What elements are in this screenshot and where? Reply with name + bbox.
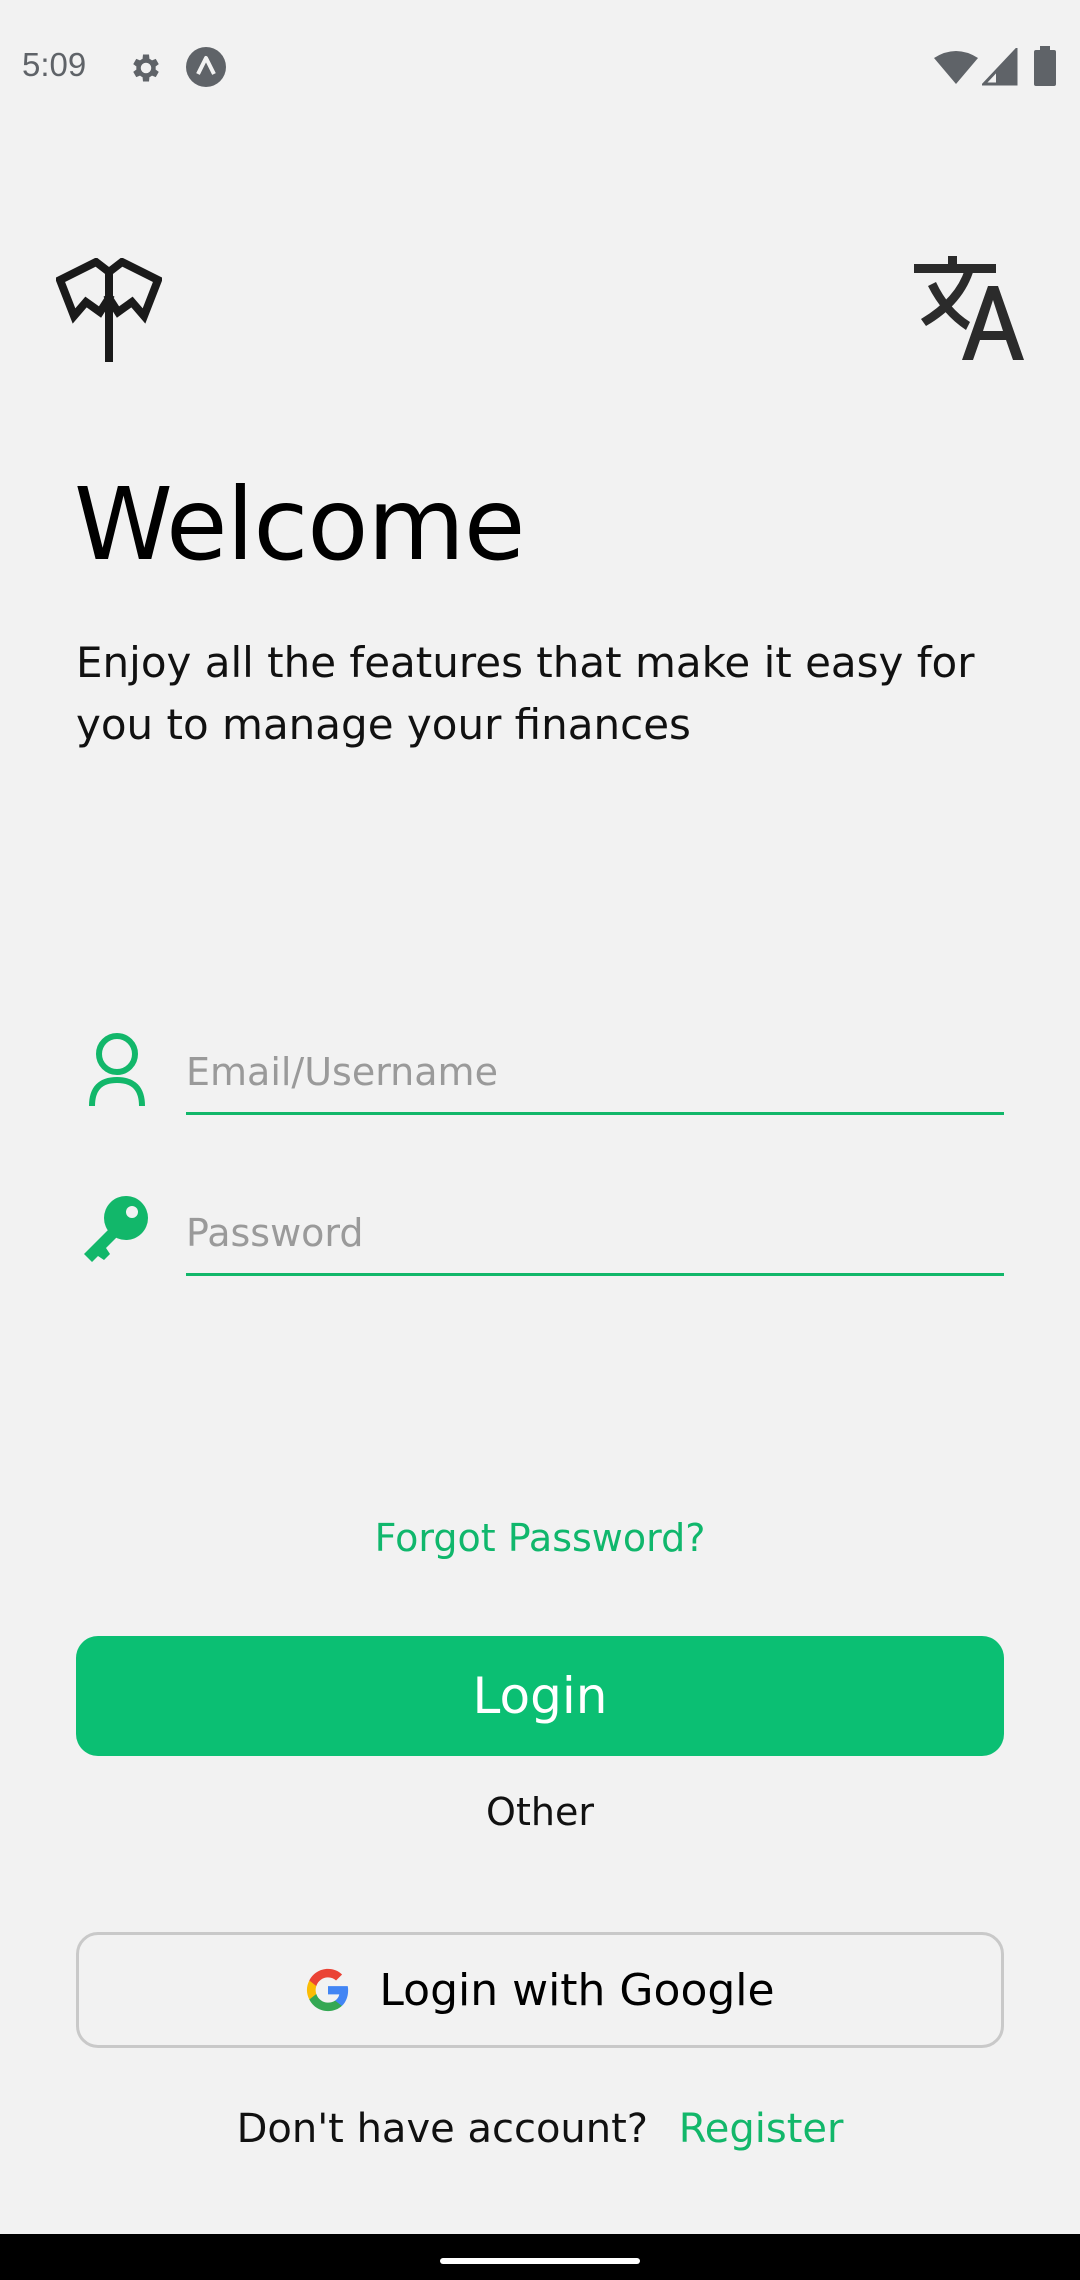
no-account-text: Don't have account?: [236, 2106, 649, 2152]
settings-icon: [133, 54, 159, 82]
status-bar: 5:09: [0, 0, 1080, 135]
welcome-subtitle: Enjoy all the features that make it easy…: [76, 638, 975, 749]
home-indicator[interactable]: [440, 2258, 640, 2264]
google-icon: [307, 1968, 349, 2012]
signal-icon: [982, 48, 1018, 86]
battery-icon: [1034, 46, 1056, 86]
navigation-bar: [0, 2234, 1080, 2280]
key-icon: [84, 1196, 148, 1262]
other-label: Other: [486, 1790, 594, 1834]
password-input[interactable]: [186, 1193, 1004, 1273]
butterfly-logo-icon: [56, 258, 162, 362]
forgot-password-link[interactable]: Forgot Password?: [0, 1516, 1080, 1560]
wifi-icon: [934, 51, 978, 84]
login-button[interactable]: Login: [76, 1636, 1004, 1756]
google-login-button[interactable]: Login with Google: [76, 1932, 1004, 2048]
register-row: Don't have account? Register: [0, 2106, 1080, 2152]
register-link[interactable]: Register: [679, 2106, 844, 2152]
google-login-label: Login with Google: [379, 1964, 775, 2016]
username-field[interactable]: [186, 1032, 1004, 1115]
password-field[interactable]: [186, 1193, 1004, 1276]
user-icon: [89, 1033, 145, 1106]
page-title: Welcome: [74, 466, 525, 583]
username-input[interactable]: [186, 1032, 1004, 1112]
status-time: 5:09: [22, 46, 87, 83]
translate-icon[interactable]: [912, 256, 1024, 362]
app-notification-icon: [186, 47, 226, 87]
